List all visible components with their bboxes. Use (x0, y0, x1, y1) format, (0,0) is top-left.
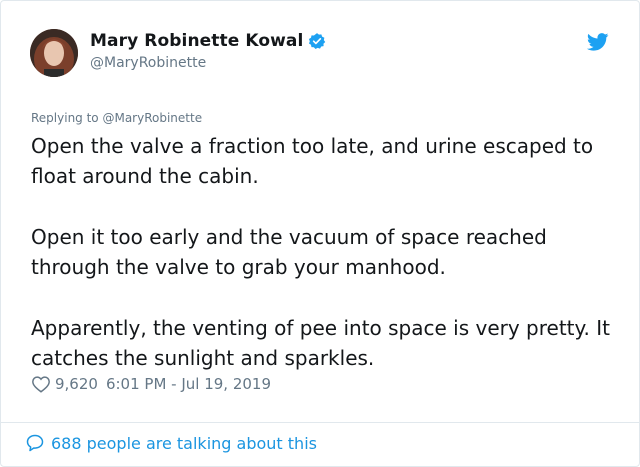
twitter-bird-icon[interactable] (586, 33, 609, 51)
tweet-paragraph: Open it too early and the vacuum of spac… (31, 225, 547, 279)
author-handle[interactable]: @MaryRobinette (90, 55, 206, 71)
talking-about-text[interactable]: 688 people are talking about this (51, 434, 317, 453)
tweet-paragraph: Open the valve a fraction too late, and … (31, 134, 594, 188)
tweet-paragraph: Apparently, the venting of pee into spac… (31, 316, 610, 370)
talking-about-link[interactable]: 688 people are talking about this (25, 433, 317, 453)
divider (1, 422, 639, 423)
verified-badge-icon (308, 32, 326, 50)
author-display-name[interactable]: Mary Robinette Kowal (90, 31, 303, 51)
tweet-text: Open the valve a fraction too late, and … (31, 131, 621, 373)
like-count[interactable]: 9,620 (55, 375, 98, 393)
tweet-timestamp[interactable]: 6:01 PM - Jul 19, 2019 (106, 375, 271, 393)
heart-icon[interactable] (31, 375, 51, 393)
tweet-card: Mary Robinette Kowal @MaryRobinette Repl… (0, 0, 640, 467)
speech-bubble-icon (25, 433, 45, 453)
replying-to-label: Replying to @MaryRobinette (31, 111, 203, 125)
avatar[interactable] (30, 29, 78, 77)
author-name-row: Mary Robinette Kowal (90, 31, 326, 51)
tweet-meta: 9,620 6:01 PM - Jul 19, 2019 (31, 375, 271, 393)
